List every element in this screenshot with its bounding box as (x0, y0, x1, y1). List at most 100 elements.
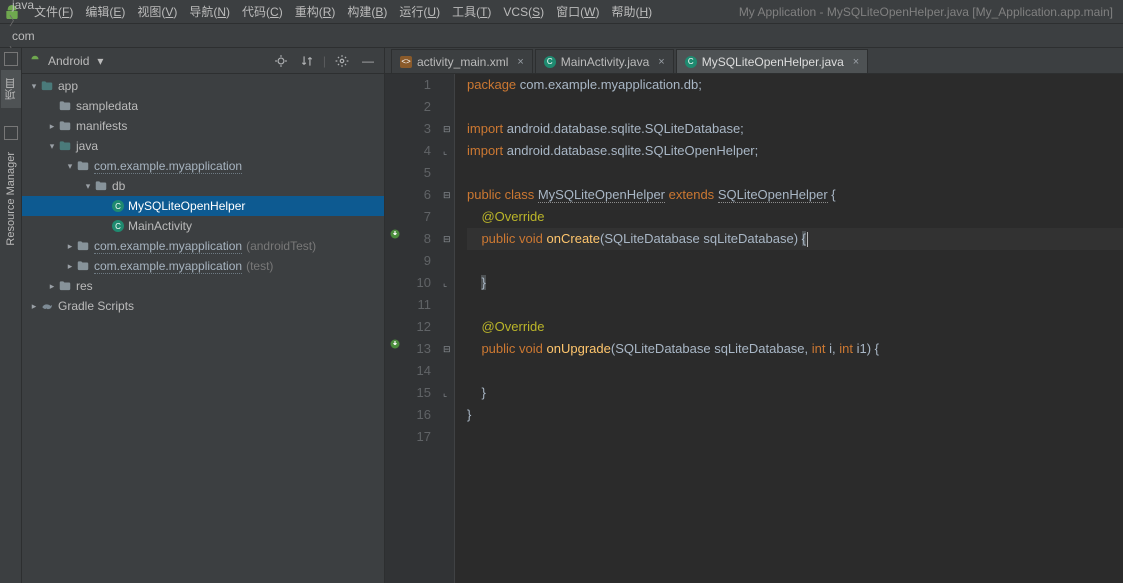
close-icon[interactable]: × (517, 56, 523, 68)
fold-icon[interactable]: ⊟ (443, 184, 451, 206)
tree-label: app (58, 79, 78, 93)
line-number[interactable]: 3 (407, 118, 431, 140)
tree-row-app[interactable]: ▾ app (22, 76, 384, 96)
menu-h[interactable]: 帮助(H) (605, 3, 658, 21)
tree-arrow-icon[interactable]: ▾ (64, 161, 76, 172)
code-line[interactable]: @Override (467, 316, 1123, 338)
code-line[interactable]: import android.database.sqlite.SQLiteOpe… (467, 140, 1123, 162)
menu-b[interactable]: 构建(B) (341, 3, 393, 21)
close-icon[interactable]: × (658, 56, 664, 68)
code-editor[interactable]: 1234567891011121314151617 ⊟⌞⊟⊟⌞⊟⌞ packag… (385, 74, 1123, 583)
line-number[interactable]: 5 (407, 162, 431, 184)
tree-arrow-icon[interactable]: ▾ (46, 141, 58, 152)
tree-arrow-icon[interactable]: ▸ (46, 281, 58, 292)
dropdown-icon[interactable]: ▾ (97, 54, 103, 68)
menu-n[interactable]: 导航(N) (183, 3, 236, 21)
resource-manager-tool-icon[interactable] (4, 126, 18, 140)
tree-arrow-icon[interactable]: ▾ (82, 181, 94, 192)
editor-tab-mysqliteopenhelper-java[interactable]: CMySQLiteOpenHelper.java× (676, 49, 869, 73)
tree-row-mysqliteopenhelper[interactable]: CMySQLiteOpenHelper (22, 196, 384, 216)
tree-arrow-icon[interactable]: ▸ (64, 241, 76, 252)
line-number[interactable]: 15 (407, 382, 431, 404)
gutter-fold[interactable]: ⊟⌞⊟⊟⌞⊟⌞ (441, 74, 455, 583)
project-panel: Android ▾ | — ▾appsampledata▸manifests▾j… (22, 48, 385, 583)
tree-arrow-icon[interactable]: ▸ (64, 261, 76, 272)
line-number[interactable]: 14 (407, 360, 431, 382)
code-line[interactable] (467, 250, 1123, 272)
menu-s[interactable]: VCS(S) (497, 3, 550, 21)
tree-arrow-icon[interactable]: ▸ (46, 121, 58, 132)
tool-tab-project[interactable]: 项目 (1, 70, 21, 108)
locate-icon[interactable] (273, 53, 289, 69)
fold-icon[interactable]: ⊟ (443, 228, 451, 250)
code-line[interactable] (467, 162, 1123, 184)
code-line[interactable]: } (467, 382, 1123, 404)
line-number[interactable]: 2 (407, 96, 431, 118)
fold-icon[interactable]: ⊟ (443, 118, 451, 140)
project-view-title[interactable]: Android (48, 54, 89, 68)
editor-tab-activity-main-xml[interactable]: <>activity_main.xml× (391, 49, 533, 73)
sort-icon[interactable] (299, 53, 315, 69)
code-line[interactable]: } (467, 404, 1123, 426)
menu-c[interactable]: 代码(C) (236, 3, 289, 21)
code-line[interactable]: public void onUpgrade(SQLiteDatabase sqL… (467, 338, 1123, 360)
code-line[interactable] (467, 426, 1123, 448)
code-line[interactable] (467, 294, 1123, 316)
line-number[interactable]: 8 (407, 228, 431, 250)
tree-arrow-icon[interactable]: ▸ (28, 301, 40, 312)
fold-icon[interactable]: ⊟ (443, 338, 451, 360)
menu-r[interactable]: 重构(R) (289, 3, 342, 21)
code-line[interactable] (467, 96, 1123, 118)
code-line[interactable] (467, 360, 1123, 382)
hide-icon[interactable]: — (360, 53, 376, 69)
crumb-com[interactable]: com (8, 29, 149, 43)
tree-arrow-icon[interactable]: ▾ (28, 81, 40, 92)
override-icon[interactable] (389, 228, 401, 240)
override-icon[interactable] (389, 338, 401, 350)
project-tree[interactable]: ▾appsampledata▸manifests▾java▾com.exampl… (22, 74, 384, 583)
class-icon: C (112, 200, 124, 212)
code-line[interactable]: public class MySQLiteOpenHelper extends … (467, 184, 1123, 206)
project-tool-icon[interactable] (4, 52, 18, 66)
line-number[interactable]: 7 (407, 206, 431, 228)
folder-icon (76, 239, 90, 253)
line-number[interactable]: 4 (407, 140, 431, 162)
code-lines[interactable]: package com.example.myapplication.db; imp… (455, 74, 1123, 583)
tree-row-sampledata[interactable]: sampledata (22, 96, 384, 116)
code-line[interactable]: @Override (467, 206, 1123, 228)
tree-row-mainactivity[interactable]: CMainActivity (22, 216, 384, 236)
code-line[interactable]: } (467, 272, 1123, 294)
folder-icon (58, 99, 72, 113)
close-icon[interactable]: × (853, 56, 859, 68)
tree-row-java[interactable]: ▾java (22, 136, 384, 156)
gear-icon[interactable] (334, 53, 350, 69)
code-line[interactable]: package com.example.myapplication.db; (467, 74, 1123, 96)
line-number[interactable]: 12 (407, 316, 431, 338)
line-number[interactable]: 13 (407, 338, 431, 360)
tree-row-res[interactable]: ▸res (22, 276, 384, 296)
line-number[interactable]: 10 (407, 272, 431, 294)
folder-icon (58, 139, 72, 153)
tree-label: com.example.myapplication (94, 259, 242, 274)
menu-w[interactable]: 窗口(W) (550, 3, 605, 21)
menu-t[interactable]: 工具(T) (446, 3, 497, 21)
tree-row-com-example-myapplication[interactable]: ▸com.example.myapplication(androidTest) (22, 236, 384, 256)
editor-tab-mainactivity-java[interactable]: CMainActivity.java× (535, 49, 674, 73)
tree-row-manifests[interactable]: ▸manifests (22, 116, 384, 136)
menu-u[interactable]: 运行(U) (393, 3, 446, 21)
tree-row-db[interactable]: ▾db (22, 176, 384, 196)
tree-label: com.example.myapplication (94, 159, 242, 174)
tree-row-com-example-myapplication[interactable]: ▸com.example.myapplication(test) (22, 256, 384, 276)
line-number[interactable]: 11 (407, 294, 431, 316)
line-number[interactable]: 6 (407, 184, 431, 206)
tree-row-com-example-myapplication[interactable]: ▾ com.example.myapplication (22, 156, 384, 176)
crumb-java[interactable]: java (8, 0, 149, 12)
line-number[interactable]: 17 (407, 426, 431, 448)
code-line[interactable]: import android.database.sqlite.SQLiteDat… (467, 118, 1123, 140)
line-number[interactable]: 9 (407, 250, 431, 272)
tree-row-gradle-scripts[interactable]: ▸Gradle Scripts (22, 296, 384, 316)
code-line[interactable]: public void onCreate(SQLiteDatabase sqLi… (467, 228, 1123, 250)
tool-tab-resource-manager[interactable]: Resource Manager (3, 144, 19, 254)
line-number[interactable]: 16 (407, 404, 431, 426)
line-number[interactable]: 1 (407, 74, 431, 96)
